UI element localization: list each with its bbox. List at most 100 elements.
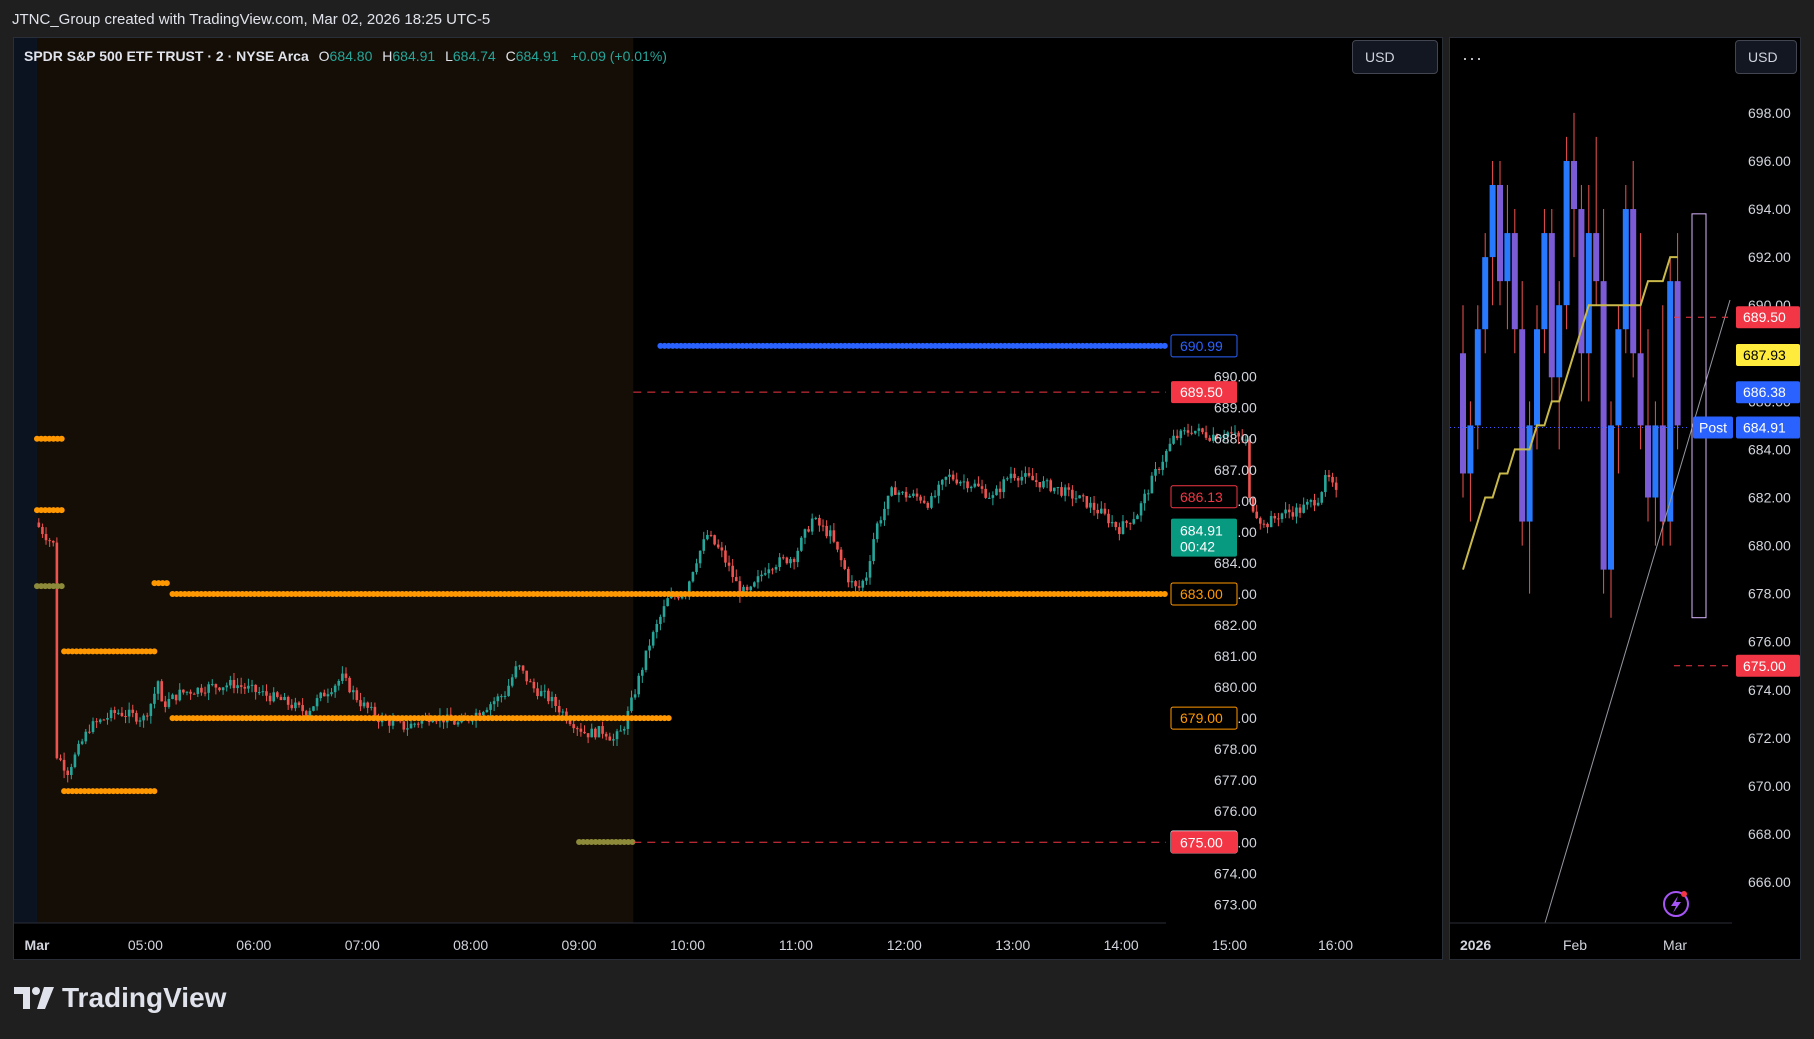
level-price-label: 679.00 (1170, 706, 1238, 730)
more-menu-icon[interactable]: ··· (1462, 48, 1483, 69)
candle-body (995, 488, 998, 496)
candle-body (489, 704, 492, 710)
daily-candle (1674, 233, 1681, 450)
intraday-chart-pane[interactable]: 673.00 674.00 675.00 676.00 677.00 678.00 679.… (13, 37, 1443, 960)
candle (955, 472, 959, 486)
candle-body (720, 547, 724, 551)
candle-body (915, 493, 919, 497)
candle-body (796, 550, 800, 563)
daily-chart[interactable]: 666.00 668.00 670.00 672.00 674.00 676.00 678.… (1450, 38, 1801, 960)
candle-body (1327, 475, 1331, 478)
candle-body (138, 720, 142, 722)
candle (597, 725, 601, 738)
candle (883, 501, 886, 526)
currency-button[interactable]: USD (1352, 40, 1438, 74)
candle-body (518, 665, 521, 667)
candle-body (272, 692, 276, 702)
daily-level-label-text: 675.00 (1743, 658, 1786, 674)
candle-body (1157, 469, 1161, 471)
candle-body (156, 681, 160, 694)
candle (1146, 489, 1150, 501)
tradingview-logo[interactable]: TradingView (14, 980, 226, 1016)
candle-body (1020, 476, 1024, 481)
candle-body (402, 721, 406, 730)
y-tick-label: 687.00 (1214, 462, 1257, 478)
intraday-chart[interactable]: 673.00 674.00 675.00 676.00 677.00 678.00 679.… (14, 38, 1443, 960)
symbol-title[interactable]: SPDR S&P 500 ETF TRUST · 2 · NYSE Arca (24, 48, 309, 64)
y-tick-label: 673.00 (1214, 896, 1257, 912)
candle-body (951, 474, 955, 480)
daily-candle (1482, 233, 1489, 354)
moving-average-line (1462, 256, 1678, 570)
candle-body (1002, 479, 1006, 493)
candle-body (1092, 502, 1096, 510)
candle (969, 485, 973, 492)
candle (659, 614, 662, 631)
candle (55, 537, 59, 760)
currency-button-side[interactable]: USD (1735, 40, 1797, 74)
candle-body (290, 704, 294, 709)
candle-body (102, 719, 106, 721)
candle-body (608, 736, 612, 741)
candle-body (857, 586, 861, 588)
candle-body (832, 530, 836, 542)
daily-candle (1578, 185, 1585, 402)
candle (1118, 522, 1121, 541)
daily-y-tick-label: 666.00 (1748, 874, 1791, 890)
candle (962, 474, 966, 490)
candle-body (1179, 430, 1183, 439)
postmarket-box (1691, 213, 1707, 619)
candle-body (554, 696, 557, 707)
daily-candle-body (1571, 160, 1577, 210)
attribution-bar: JTNC_Group created with TradingView.com,… (0, 0, 1814, 38)
candle (1038, 481, 1042, 492)
candle (922, 495, 926, 504)
daily-candle (1615, 305, 1622, 474)
daily-candle-body (1474, 329, 1481, 426)
candle-body (944, 476, 948, 480)
candle-body (294, 702, 297, 709)
candle-body (297, 702, 301, 706)
candle-body (286, 696, 290, 705)
candle (792, 557, 796, 570)
candle-body (969, 486, 973, 489)
candle (948, 469, 951, 484)
candle-body (922, 500, 926, 503)
candle-body (778, 557, 781, 568)
daily-y-tick-label: 670.00 (1748, 778, 1791, 794)
candle (977, 476, 980, 487)
candle-body (1266, 523, 1269, 528)
candle-body (456, 722, 460, 725)
daily-candle-body (1600, 281, 1607, 570)
candle-body (214, 684, 218, 688)
candle-body (279, 696, 283, 701)
candle-body (861, 580, 865, 588)
candle-body (98, 719, 102, 723)
level-price-label: 683.00 (1170, 582, 1238, 606)
candle-body (1302, 504, 1305, 513)
candle-body (91, 721, 95, 732)
lightning-icon[interactable] (1663, 891, 1689, 917)
candle (839, 546, 843, 567)
candle (1107, 509, 1110, 528)
candle-body (261, 691, 265, 693)
candle-body (1139, 503, 1143, 516)
legend-close-value: 684.91 (515, 48, 559, 64)
candle-body (1034, 480, 1038, 483)
candle (1013, 467, 1016, 481)
daily-chart-pane[interactable]: 666.00 668.00 670.00 672.00 674.00 676.00 678.… (1449, 37, 1801, 960)
candle (796, 547, 800, 568)
candle (1132, 511, 1136, 525)
candle-body (142, 715, 145, 721)
candle-body (847, 568, 850, 583)
legend-high-label: H (382, 48, 393, 64)
candle-body (987, 497, 991, 499)
candle-body (1193, 430, 1197, 434)
candle (691, 571, 695, 583)
candle (904, 487, 908, 502)
candle (803, 528, 807, 545)
candle (926, 501, 930, 510)
y-tick-label: 676.00 (1214, 803, 1257, 819)
candle-body (41, 526, 44, 535)
candle-body (912, 493, 915, 496)
